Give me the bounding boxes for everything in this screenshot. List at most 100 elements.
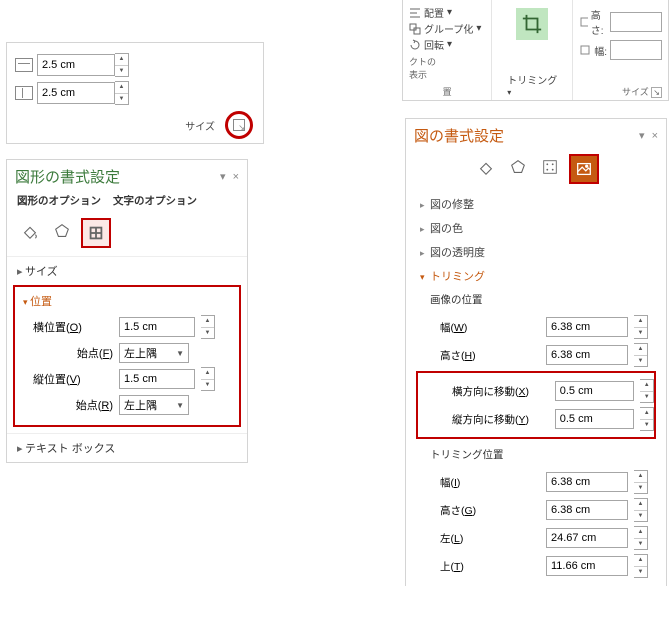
- height-row: 2.5 cm ▲▼: [15, 53, 255, 77]
- section-size[interactable]: ▸サイズ: [7, 256, 247, 285]
- hpos-input[interactable]: 1.5 cm: [119, 317, 195, 337]
- format-shape-pane: 図形の書式設定 ▾ × 図形のオプション 文字のオプション ▸サイズ 位置 横位…: [6, 159, 248, 463]
- pic-height-label: 高さ(H): [430, 348, 540, 363]
- offset-highlight: 横方向に移動(X) 0.5 cm ▲▼ 縦方向に移動(Y) 0.5 cm ▲▼: [416, 371, 656, 439]
- group-menu[interactable]: グループ化 ▾: [409, 21, 485, 36]
- size-dialog-launcher-right[interactable]: ↘: [651, 87, 662, 98]
- section-correction[interactable]: ▸図の修整: [406, 192, 666, 216]
- hpos-origin-dropdown[interactable]: 左上隅▼: [119, 343, 189, 363]
- hpos-spinner[interactable]: ▲▼: [201, 315, 215, 339]
- fill-line-tab[interactable]: [473, 154, 499, 180]
- offset-y-input[interactable]: 0.5 cm: [555, 409, 635, 429]
- offset-x-label: 横方向に移動(X): [442, 384, 549, 399]
- ribbon-height-input[interactable]: [610, 12, 662, 32]
- section-transparency[interactable]: ▸図の透明度: [406, 240, 666, 264]
- section-color[interactable]: ▸図の色: [406, 216, 666, 240]
- width-icon: [579, 44, 591, 56]
- pic-height-input[interactable]: 6.38 cm: [546, 345, 628, 365]
- pane-close-icon[interactable]: ×: [233, 171, 239, 183]
- size-grid-icon: [541, 158, 559, 176]
- format-shape-title: 図形の書式設定: [15, 166, 120, 187]
- shape-width-input[interactable]: 2.5 cm: [37, 82, 115, 104]
- tab-shape-options[interactable]: 図形のオプション: [17, 193, 101, 208]
- offset-y-label: 縦方向に移動(Y): [442, 412, 549, 427]
- offset-y-spinner[interactable]: ▲▼: [640, 407, 654, 431]
- pane-close-icon[interactable]: ×: [652, 130, 658, 142]
- crop-width-spinner[interactable]: ▲▼: [634, 470, 648, 494]
- pane-menu-icon[interactable]: ▾: [220, 171, 226, 183]
- ribbon-height-label: 高さ:: [591, 7, 607, 37]
- section-text-box[interactable]: ▸テキスト ボックス: [7, 433, 247, 462]
- offset-x-spinner[interactable]: ▲▼: [640, 379, 654, 403]
- crop-height-input[interactable]: 6.38 cm: [546, 500, 628, 520]
- vpos-origin-label: 始点(R): [23, 397, 113, 413]
- hpos-origin-row: 始点(F) 左上隅▼: [23, 343, 231, 363]
- paint-bucket-icon: [477, 158, 495, 176]
- crop-left-label: 左(L): [430, 531, 540, 546]
- format-picture-pane: 図の書式設定 ▾ × ▸図の修整 ▸図の色 ▸図の透明度 ▾トリミング 画像の位…: [405, 118, 667, 586]
- crop-top-spinner[interactable]: ▲▼: [634, 554, 648, 578]
- height-arrows-icon: [15, 58, 33, 72]
- height-spinner[interactable]: ▲▼: [115, 53, 129, 77]
- size-properties-tab[interactable]: [81, 218, 111, 248]
- width-spinner[interactable]: ▲▼: [115, 81, 129, 105]
- vpos-spinner[interactable]: ▲▼: [201, 367, 215, 391]
- crop-left-spinner[interactable]: ▲▼: [634, 526, 648, 550]
- vpos-label: 縦位置(V): [23, 371, 113, 387]
- size-properties-tab[interactable]: [537, 154, 563, 180]
- effects-tab[interactable]: [505, 154, 531, 180]
- group-icon: [409, 23, 421, 35]
- align-menu[interactable]: 配置 ▾: [409, 5, 485, 20]
- crop-left-row: 左(L) 24.67 cm ▲▼: [406, 526, 666, 550]
- crop-height-spinner[interactable]: ▲▼: [634, 498, 648, 522]
- ribbon-size-group: 高さ: 幅: サイズ ↘: [573, 0, 668, 100]
- section-position-header[interactable]: 位置: [23, 293, 231, 309]
- ribbon-size-label: サイズ ↘: [579, 83, 662, 98]
- vpos-row: 縦位置(V) 1.5 cm ▲▼: [23, 367, 231, 391]
- crop-left-input[interactable]: 24.67 cm: [546, 528, 628, 548]
- ribbon-width-row: 幅:: [579, 40, 662, 60]
- arrange-group-label: 置: [409, 83, 485, 98]
- size-grid-icon: [87, 224, 105, 242]
- section-crop[interactable]: ▾トリミング: [406, 264, 666, 288]
- offset-y-row: 縦方向に移動(Y) 0.5 cm ▲▼: [418, 407, 654, 431]
- crop-top-row: 上(T) 11.66 cm ▲▼: [406, 554, 666, 578]
- vpos-origin-row: 始点(R) 左上隅▼: [23, 395, 231, 415]
- crop-button[interactable]: [516, 8, 548, 40]
- position-section-highlight: 位置 横位置(O) 1.5 cm ▲▼ 始点(F) 左上隅▼ 縦位置(V) 1.…: [13, 285, 241, 427]
- hpos-label: 横位置(O): [23, 319, 113, 335]
- pic-height-row: 高さ(H) 6.38 cm ▲▼: [406, 343, 666, 367]
- crop-group: トリミング▾: [492, 0, 573, 100]
- crop-width-input[interactable]: 6.38 cm: [546, 472, 628, 492]
- fill-line-tab[interactable]: [17, 218, 43, 244]
- picture-tab[interactable]: [569, 154, 599, 184]
- ribbon-width-input[interactable]: [610, 40, 662, 60]
- shape-height-input[interactable]: 2.5 cm: [37, 54, 115, 76]
- pic-width-spinner[interactable]: ▲▼: [634, 315, 648, 339]
- pic-width-input[interactable]: 6.38 cm: [546, 317, 628, 337]
- vpos-origin-dropdown[interactable]: 左上隅▼: [119, 395, 189, 415]
- picture-icon: [575, 160, 593, 178]
- pic-width-label: 幅(W): [430, 320, 540, 335]
- ribbon-snippet: 配置 ▾ グループ化 ▾ 回転 ▾ クトの表示 置 トリミング▾ 高さ: 幅: …: [402, 0, 669, 101]
- pic-height-spinner[interactable]: ▲▼: [634, 343, 648, 367]
- ribbon-height-row: 高さ:: [579, 7, 662, 37]
- paint-bucket-icon: [21, 222, 39, 240]
- tab-text-options[interactable]: 文字のオプション: [113, 193, 197, 208]
- offset-x-input[interactable]: 0.5 cm: [555, 381, 635, 401]
- pic-width-row: 幅(W) 6.38 cm ▲▼: [406, 315, 666, 339]
- pentagon-icon: [53, 222, 71, 240]
- pentagon-icon: [509, 158, 527, 176]
- rotate-menu[interactable]: 回転 ▾: [409, 37, 485, 52]
- size-dialog-launcher[interactable]: [225, 111, 253, 139]
- pane-menu-icon[interactable]: ▾: [639, 130, 645, 142]
- width-arrows-icon: [15, 86, 33, 100]
- crop-top-label: 上(T): [430, 559, 540, 574]
- crop-height-label: 高さ(G): [430, 503, 540, 518]
- size-spinner-panel: 2.5 cm ▲▼ 2.5 cm ▲▼ サイズ: [6, 42, 264, 144]
- effects-tab[interactable]: [49, 218, 75, 244]
- crop-top-input[interactable]: 11.66 cm: [546, 556, 628, 576]
- dialog-launcher-icon: [233, 119, 245, 131]
- format-picture-title: 図の書式設定: [414, 125, 504, 146]
- vpos-input[interactable]: 1.5 cm: [119, 369, 195, 389]
